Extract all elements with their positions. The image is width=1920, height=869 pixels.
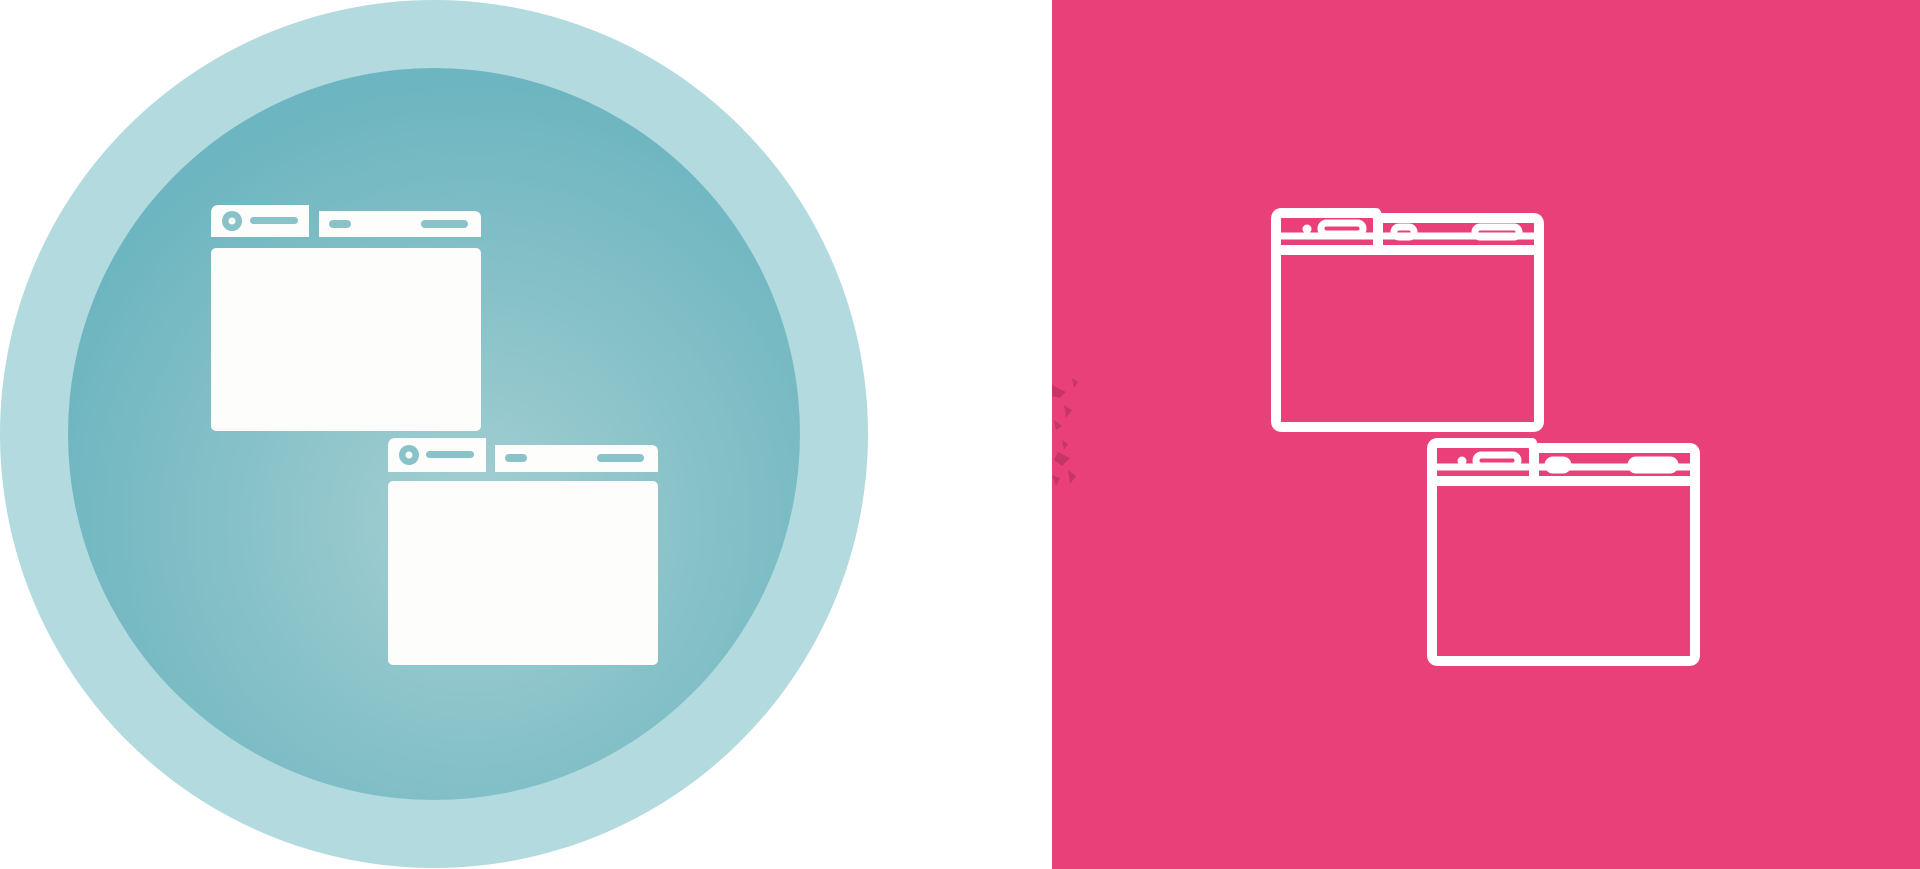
lower-window-body [388,481,658,665]
upper-window-address-bar [250,217,298,224]
browser-windows-glyph-icon [0,0,868,868]
right-icon-panel [1052,0,1920,869]
lower-window-address-bar [426,451,474,458]
browser-windows-outline-icon [1052,0,1920,869]
icon-sheet [0,0,1920,869]
pink-background [1052,0,1920,869]
inner-circle [68,68,800,800]
upper-window-body [211,248,481,431]
left-icon-panel [0,0,1052,869]
